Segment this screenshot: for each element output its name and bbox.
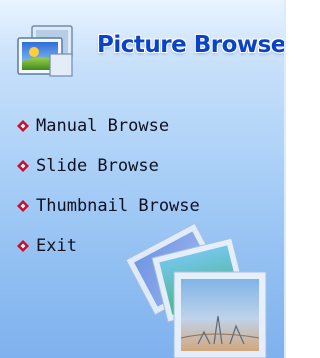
diamond-bullet-icon	[17, 240, 29, 252]
diamond-bullet-icon	[17, 200, 29, 212]
menu-item-slide-browse[interactable]: Slide Browse	[16, 146, 276, 186]
picture-folder-icon	[17, 25, 73, 77]
menu-item-label: Manual Browse	[36, 116, 170, 136]
stacked-photos-icon	[125, 222, 267, 358]
diamond-bullet-icon	[17, 120, 29, 132]
menu-item-manual-browse[interactable]: Manual Browse	[16, 106, 276, 146]
diamond-bullet-icon	[17, 160, 29, 172]
menu-item-label: Exit	[36, 236, 77, 256]
menu-item-label: Slide Browse	[36, 156, 159, 176]
picture-browse-panel: Picture Browse Manual Browse Slide Brows…	[0, 0, 286, 358]
page-title: Picture Browse	[97, 32, 286, 58]
